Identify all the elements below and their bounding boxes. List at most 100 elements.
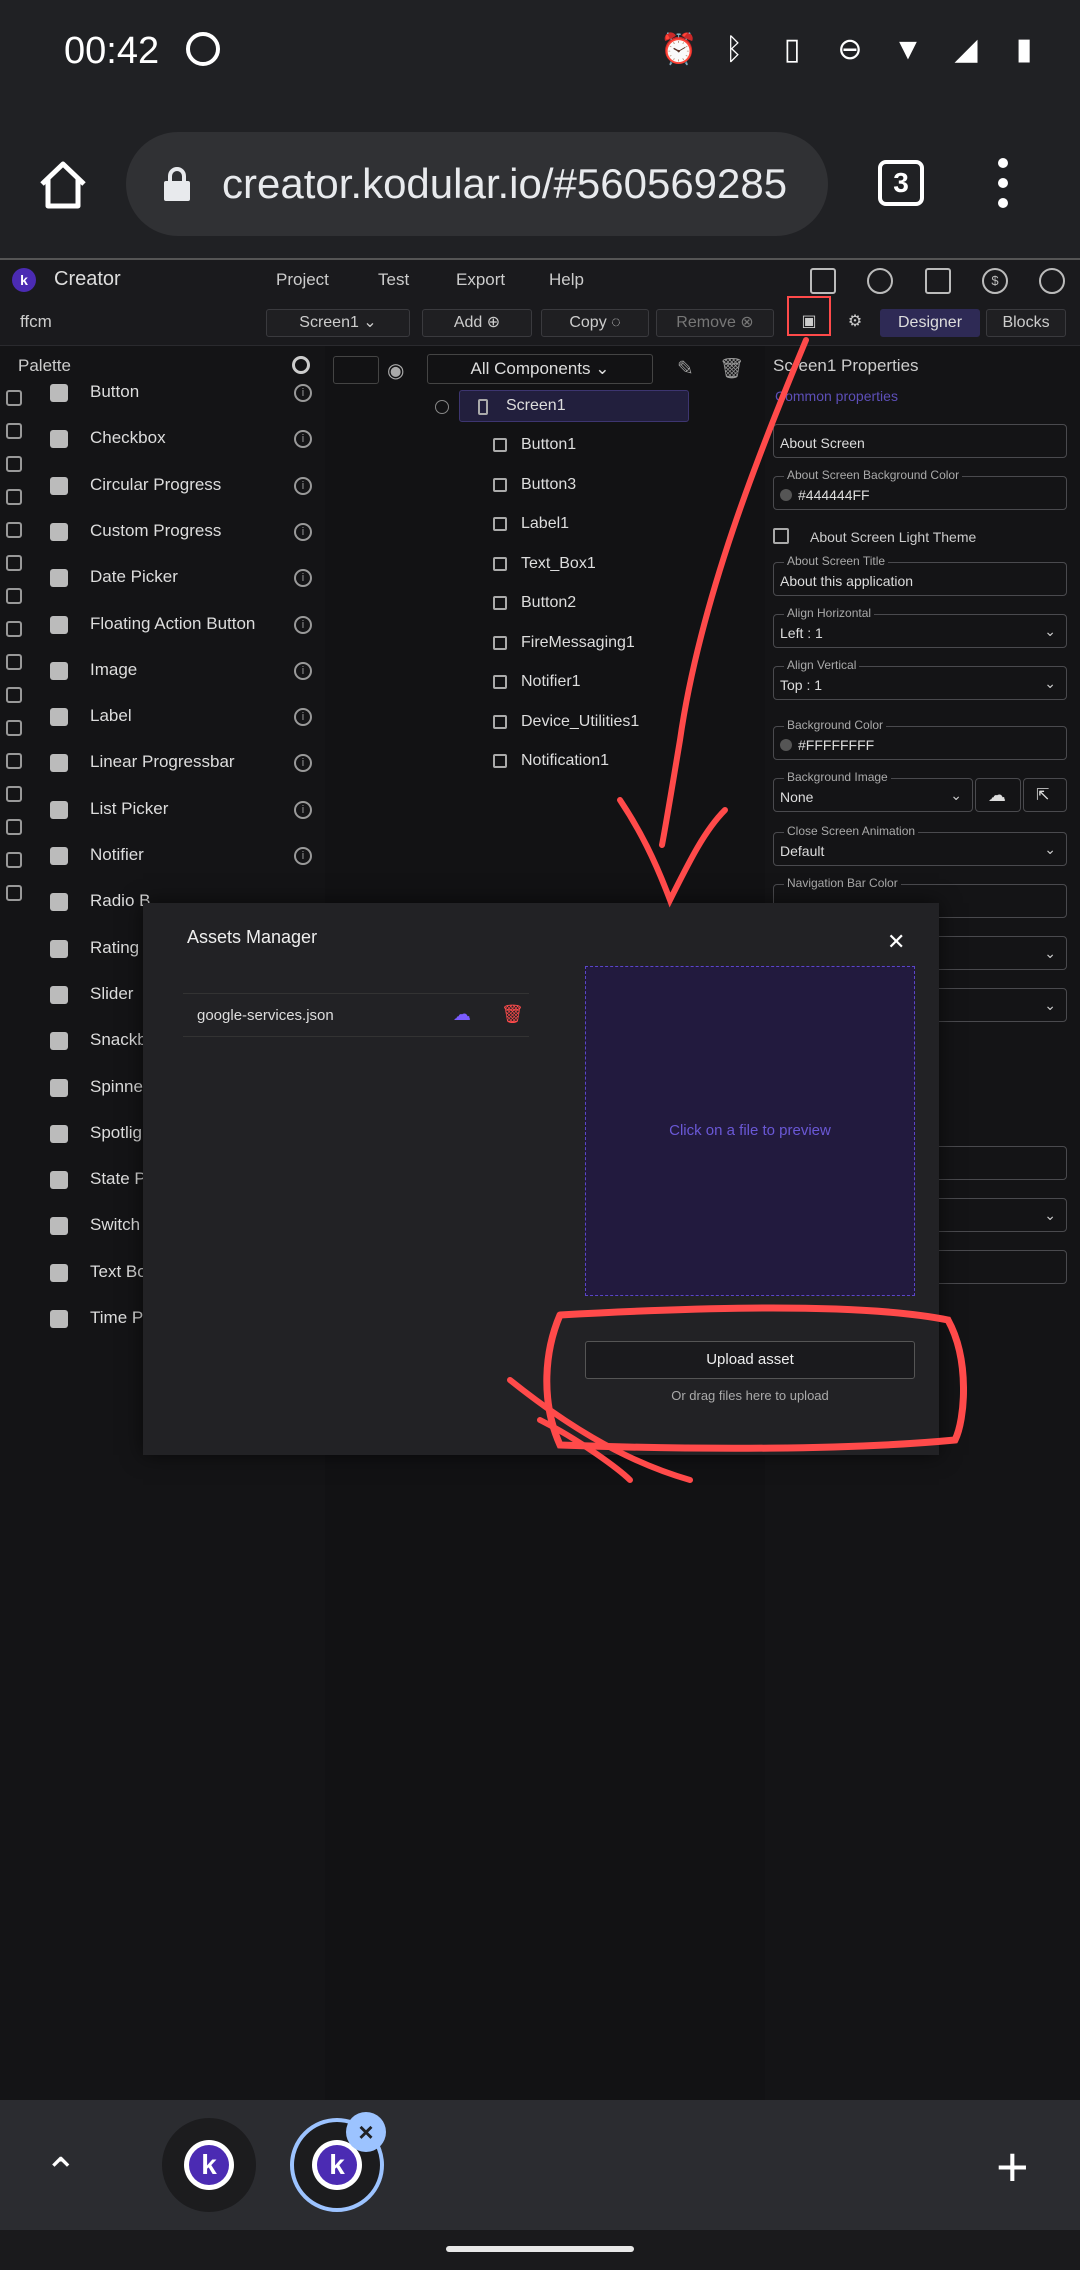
- info-icon[interactable]: i: [294, 522, 312, 541]
- search-icon[interactable]: [292, 356, 310, 374]
- overflow-menu-icon[interactable]: [996, 158, 1010, 210]
- remove-label: Remove: [676, 314, 736, 331]
- info-icon[interactable]: i: [294, 661, 312, 680]
- info-icon[interactable]: i: [294, 847, 312, 865]
- palette-item[interactable]: List Picker i: [50, 795, 312, 825]
- blocks-tab[interactable]: Blocks: [986, 309, 1066, 337]
- status-bar: 00:42 ⏰ ᛒ ▯ ⊖ ▼ ◢ ▮: [0, 0, 1080, 110]
- palette-icon[interactable]: [867, 268, 893, 294]
- sensors-icon[interactable]: [6, 555, 22, 571]
- palette-item[interactable]: Button i: [50, 378, 312, 408]
- tab-switcher-button[interactable]: 3: [878, 160, 924, 206]
- storage-icon[interactable]: [6, 621, 22, 637]
- align-vertical-select[interactable]: Align Vertical Top : 1 ⌄: [773, 658, 1067, 700]
- palette-item[interactable]: Image i: [50, 656, 312, 686]
- dollar-icon[interactable]: $: [982, 268, 1008, 294]
- component-icon: [50, 1310, 68, 1328]
- close-icon[interactable]: ✕: [887, 929, 905, 955]
- google-icon[interactable]: [6, 753, 22, 769]
- close-tab-icon[interactable]: ×: [346, 2112, 386, 2152]
- user-interface-icon[interactable]: [6, 390, 22, 406]
- info-icon[interactable]: [6, 852, 22, 868]
- screen-selector[interactable]: Screen1 ⌄: [266, 309, 410, 337]
- about-title-field[interactable]: About Screen Title About this applicatio…: [773, 554, 1067, 596]
- upload-asset-button[interactable]: Upload asset: [585, 1341, 915, 1379]
- about-bg-color-field[interactable]: About Screen Background Color #444444FF: [773, 468, 1067, 510]
- menu-project[interactable]: Project: [276, 270, 329, 290]
- palette-item[interactable]: Custom Progress i: [50, 517, 312, 547]
- gesture-bar: [0, 2230, 1080, 2270]
- align-horizontal-select[interactable]: Align Horizontal Left : 1 ⌄: [773, 606, 1067, 648]
- account-icon[interactable]: [1039, 268, 1065, 294]
- new-tab-icon[interactable]: +: [996, 2134, 1029, 2199]
- app-brand: Creator: [54, 268, 121, 290]
- address-bar[interactable]: creator.kodular.io/#560569285: [126, 132, 828, 236]
- collapse-icon[interactable]: [435, 400, 449, 414]
- puzzle-icon[interactable]: [6, 885, 22, 901]
- trash-icon[interactable]: 🗑: [501, 1004, 524, 1025]
- docs-icon[interactable]: [925, 268, 951, 294]
- palette-item[interactable]: Floating Action Button i: [50, 610, 312, 640]
- designer-tab[interactable]: Designer: [880, 309, 980, 337]
- code-icon[interactable]: [6, 687, 22, 703]
- home-indicator[interactable]: [446, 2246, 634, 2252]
- edit-icon[interactable]: ✎: [677, 356, 694, 381]
- close-animation-value: Default: [780, 843, 825, 859]
- menu-export[interactable]: Export: [456, 270, 505, 290]
- palette-item[interactable]: Notifier i: [50, 841, 312, 871]
- component-icon: [50, 1032, 68, 1051]
- file-preview-area[interactable]: Click on a file to preview: [585, 966, 915, 1296]
- palette-item[interactable]: Label i: [50, 702, 312, 732]
- palette-item-label: Slider: [90, 983, 134, 1003]
- components-filter-dropdown[interactable]: All Components ⌄: [427, 354, 653, 384]
- open-external-icon[interactable]: ⇱: [1023, 778, 1067, 812]
- palette-item[interactable]: Checkbox i: [50, 424, 312, 454]
- connectivity-icon[interactable]: [6, 720, 22, 736]
- chevron-up-icon[interactable]: ⌃: [44, 2150, 78, 2196]
- utilities-icon[interactable]: [6, 654, 22, 670]
- about-screen-field[interactable]: About Screen: [773, 424, 1067, 458]
- palette-item[interactable]: Linear Progressbar i: [50, 748, 312, 778]
- background-color-field[interactable]: Background Color #FFFFFFFF: [773, 718, 1067, 760]
- browser-tab[interactable]: k: [162, 2118, 256, 2212]
- close-animation-select[interactable]: Close Screen Animation Default ⌄: [773, 824, 1067, 866]
- background-image-select[interactable]: Background Image None ⌄: [773, 770, 973, 812]
- info-icon[interactable]: i: [294, 800, 312, 819]
- layout-icon[interactable]: [6, 423, 22, 439]
- info-icon[interactable]: i: [294, 384, 312, 402]
- add-screen-button[interactable]: Add ⊕: [422, 309, 532, 337]
- home-icon[interactable]: [36, 158, 90, 212]
- menu-test[interactable]: Test: [378, 270, 409, 290]
- tree-search-input[interactable]: [333, 356, 379, 384]
- info-icon[interactable]: i: [294, 754, 312, 773]
- menu-help[interactable]: Help: [549, 270, 584, 290]
- properties-subtitle[interactable]: Common properties: [775, 388, 898, 404]
- asset-file-row[interactable]: google-services.json ☁ 🗑: [183, 993, 529, 1037]
- copy-screen-button[interactable]: Copy ◌: [541, 309, 649, 337]
- info-icon[interactable]: i: [294, 615, 312, 634]
- tree-node-screen1[interactable]: Screen1: [459, 390, 689, 422]
- info-icon[interactable]: i: [294, 569, 312, 588]
- upload-cloud-icon[interactable]: ☁: [975, 778, 1021, 812]
- social-icon[interactable]: [6, 588, 22, 604]
- folder-icon[interactable]: [810, 268, 836, 294]
- trash-icon[interactable]: 🗑: [719, 356, 744, 381]
- maps-icon[interactable]: [6, 522, 22, 538]
- remove-screen-button[interactable]: Remove ⊗: [656, 309, 774, 337]
- info-icon[interactable]: i: [294, 430, 312, 449]
- wifi-icon: ▼: [893, 33, 923, 66]
- hidden-components-icon[interactable]: ◉: [387, 358, 411, 382]
- designer-toolbar: ffcm Screen1 ⌄ Add ⊕ Copy ◌ Remove ⊗ ▣ ⚙…: [0, 300, 1080, 346]
- drawing-icon[interactable]: [6, 489, 22, 505]
- monetization-icon[interactable]: [6, 786, 22, 802]
- media-icon[interactable]: [6, 456, 22, 472]
- light-theme-checkbox[interactable]: [773, 528, 789, 544]
- palette-item[interactable]: Circular Progress i: [50, 471, 312, 501]
- palette-item[interactable]: Date Picker i: [50, 563, 312, 593]
- extensions-icon[interactable]: [6, 819, 22, 835]
- cloud-download-icon[interactable]: ☁: [453, 1004, 471, 1025]
- info-icon[interactable]: i: [294, 708, 312, 727]
- info-icon[interactable]: i: [294, 476, 312, 495]
- palette-item-label: Spotlig: [90, 1122, 142, 1142]
- settings-icon[interactable]: ⚙: [839, 309, 871, 337]
